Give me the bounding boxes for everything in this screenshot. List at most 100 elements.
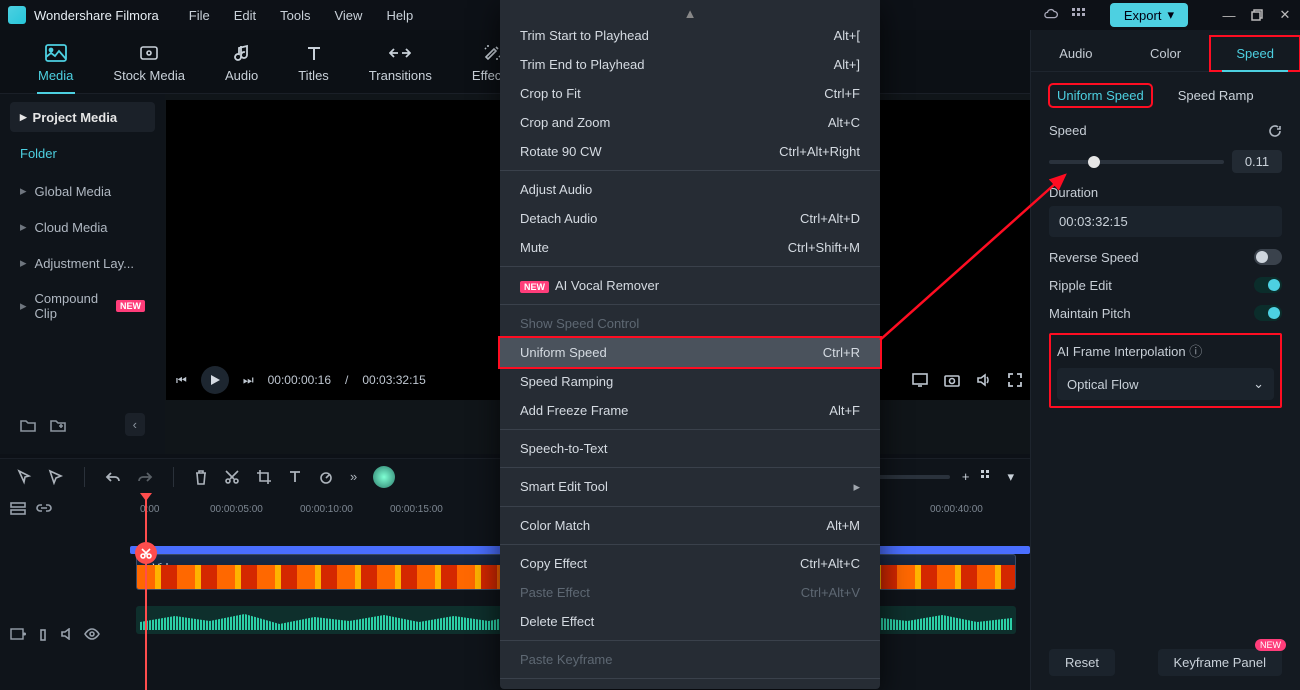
fullscreen-icon[interactable] (1008, 373, 1022, 387)
info-icon[interactable]: ⓘ (1189, 344, 1202, 359)
link-icon[interactable] (36, 502, 52, 516)
ctx-copy-effect[interactable]: Copy EffectCtrl+Alt+C (500, 549, 880, 578)
play-button[interactable] (201, 366, 229, 394)
crop-icon[interactable] (256, 469, 272, 485)
mute-track-icon[interactable] (60, 628, 74, 642)
mode-speed-ramp[interactable]: Speed Ramp (1170, 84, 1262, 107)
add-track-icon[interactable] (10, 628, 26, 642)
sidebar-folder[interactable]: Folder (10, 136, 155, 171)
inspector-tab-color[interactable]: Color (1121, 36, 1211, 71)
project-media-header[interactable]: ▸Project Media (10, 102, 155, 132)
zoom-in-icon[interactable]: + (962, 469, 970, 484)
volume-icon[interactable] (976, 373, 992, 387)
close-icon[interactable]: ✕ (1278, 8, 1292, 22)
playhead-cut-icon[interactable] (135, 542, 157, 564)
tab-transitions[interactable]: Transitions (349, 38, 452, 93)
chevron-down-icon[interactable]: ▾ (1007, 469, 1014, 485)
ctx-freeze-frame[interactable]: Add Freeze FrameAlt+F (500, 396, 880, 425)
audio-icon (230, 42, 254, 64)
scroll-up-indicator: ▲ (500, 6, 880, 21)
speed-label: Speed (1049, 123, 1087, 138)
ai-assistant-icon[interactable] (373, 466, 395, 488)
titles-icon (302, 42, 326, 64)
ctx-speed-ramping[interactable]: Speed Ramping (500, 367, 880, 396)
app-logo (8, 6, 26, 24)
snapshot-icon[interactable] (944, 373, 960, 387)
sidebar-cloud-media[interactable]: ▸Cloud Media (10, 211, 155, 243)
reverse-label: Reverse Speed (1049, 250, 1139, 265)
select-tool-icon[interactable] (48, 469, 64, 485)
ai-interp-dropdown[interactable]: Optical Flow⌄ (1057, 368, 1274, 400)
pitch-toggle[interactable] (1254, 305, 1282, 321)
ctx-rotate[interactable]: Rotate 90 CWCtrl+Alt+Right (500, 137, 880, 166)
menu-view[interactable]: View (334, 8, 362, 23)
sidebar-adjustment-layer[interactable]: ▸Adjustment Lay... (10, 247, 155, 279)
visibility-track-icon[interactable] (84, 628, 100, 642)
ctx-show-speed: Show Speed Control (500, 309, 880, 338)
ctx-paste-effect: Paste EffectCtrl+Alt+V (500, 578, 880, 607)
reset-button[interactable]: Reset (1049, 649, 1115, 676)
cloud-icon[interactable] (1044, 8, 1058, 22)
tab-media[interactable]: Media (18, 38, 93, 93)
ctx-crop-zoom[interactable]: Crop and ZoomAlt+C (500, 108, 880, 137)
sidebar-global-media[interactable]: ▸Global Media (10, 175, 155, 207)
pointer-tool-icon[interactable] (16, 469, 32, 485)
ctx-uniform-speed[interactable]: Uniform SpeedCtrl+R (500, 338, 880, 367)
ctx-trim-start[interactable]: Trim Start to PlayheadAlt+[ (500, 21, 880, 50)
tab-audio[interactable]: Audio (205, 38, 278, 93)
menu-tools[interactable]: Tools (280, 8, 310, 23)
new-bin-icon[interactable] (20, 418, 36, 432)
sidebar-compound-clip[interactable]: ▸Compound ClipNEW (10, 283, 155, 329)
chevron-down-icon: ▾ (1167, 7, 1174, 23)
ctx-trim-end[interactable]: Trim End to PlayheadAlt+] (500, 50, 880, 79)
inspector-tab-audio[interactable]: Audio (1031, 36, 1121, 71)
mode-uniform-speed[interactable]: Uniform Speed (1049, 84, 1152, 107)
undo-icon[interactable] (105, 470, 121, 484)
ctx-detach-audio[interactable]: Detach AudioCtrl+Alt+D (500, 204, 880, 233)
apps-icon[interactable] (1072, 8, 1086, 22)
tab-titles[interactable]: Titles (278, 38, 349, 93)
speed-value[interactable]: 0.11 (1232, 150, 1282, 173)
maximize-icon[interactable] (1250, 8, 1264, 22)
ctx-speech-to-text[interactable]: Speech-to-Text (500, 434, 880, 463)
speed-icon[interactable] (318, 470, 334, 484)
text-tool-icon[interactable] (288, 470, 302, 484)
duration-field[interactable]: 00:03:32:15 (1049, 206, 1282, 237)
menu-edit[interactable]: Edit (234, 8, 256, 23)
sidebar-collapse-icon[interactable]: ‹ (125, 413, 145, 436)
ctx-crop-fit[interactable]: Crop to FitCtrl+F (500, 79, 880, 108)
chevron-down-icon: ⌄ (1253, 376, 1264, 392)
display-icon[interactable] (912, 373, 928, 387)
ctx-delete-effect[interactable]: Delete Effect (500, 607, 880, 636)
ctx-color-match[interactable]: Color MatchAlt+M (500, 511, 880, 540)
export-button[interactable]: Export▾ (1110, 3, 1188, 27)
reset-speed-icon[interactable] (1268, 124, 1282, 138)
tab-stock-media[interactable]: Stock Media (93, 38, 205, 93)
menu-help[interactable]: Help (386, 8, 413, 23)
speed-slider[interactable] (1049, 160, 1224, 164)
delete-icon[interactable] (194, 469, 208, 485)
menu-file[interactable]: File (189, 8, 210, 23)
ctx-smart-edit[interactable]: Smart Edit Tool▸ (500, 472, 880, 502)
ctx-ai-vocal[interactable]: NEWAI Vocal Remover (500, 271, 880, 300)
lock-track-icon[interactable] (36, 628, 50, 642)
minimize-icon[interactable]: ― (1222, 8, 1236, 22)
more-tools-icon[interactable]: » (350, 469, 357, 484)
inspector-tab-speed[interactable]: Speed (1210, 36, 1300, 71)
prev-frame-icon[interactable]: ⏮ (176, 373, 187, 388)
new-badge: NEW (1255, 639, 1286, 651)
pitch-label: Maintain Pitch (1049, 306, 1131, 321)
view-mode-icon[interactable] (981, 470, 995, 484)
new-folder-icon[interactable] (50, 418, 66, 432)
track-manager-icon[interactable] (10, 502, 26, 516)
next-frame-icon[interactable]: ⏭ (243, 373, 254, 388)
ctx-mute[interactable]: MuteCtrl+Shift+M (500, 233, 880, 262)
ctx-adjust-audio[interactable]: Adjust Audio (500, 175, 880, 204)
redo-icon[interactable] (137, 470, 153, 484)
ripple-toggle[interactable] (1254, 277, 1282, 293)
keyframe-panel-button[interactable]: Keyframe PanelNEW (1158, 649, 1283, 676)
playhead[interactable] (145, 494, 147, 690)
cut-icon[interactable] (224, 469, 240, 485)
timecode-current: 00:00:00:16 (268, 373, 331, 387)
reverse-toggle[interactable] (1254, 249, 1282, 265)
